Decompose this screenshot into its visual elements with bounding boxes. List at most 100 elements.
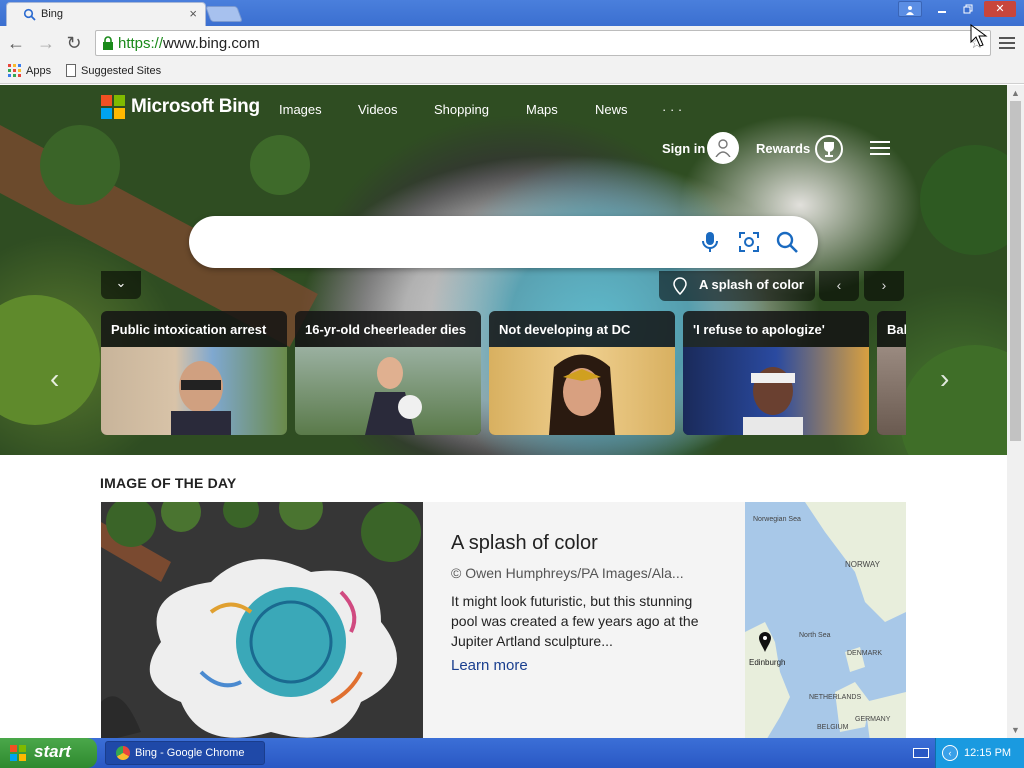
address-bar[interactable]: https://www.bing.com ☆ — [95, 30, 991, 56]
iotd-credit: © Owen Humphreys/PA Images/Ala... — [451, 565, 684, 581]
trophy-icon[interactable] — [815, 135, 843, 163]
map-label: GERMANY — [855, 716, 891, 723]
cursor-icon — [970, 24, 988, 47]
iotd-description: It might look futuristic, but this stunn… — [451, 593, 699, 649]
apps-grid-icon — [8, 64, 21, 77]
news-card-title: 16-yr-old cheerleader dies — [305, 322, 467, 337]
news-card-title: 'I refuse to apologize' — [693, 322, 825, 337]
bookmark-label: Apps — [26, 64, 52, 77]
brand-wordmark: Microsoft Bing — [131, 96, 260, 117]
search-box[interactable] — [189, 216, 818, 268]
browser-titlebar: Bing × ✕ — [0, 0, 1024, 26]
tab-title: Bing — [41, 8, 64, 20]
map-label: Edinburgh — [749, 658, 786, 667]
hero-tree — [900, 345, 1007, 455]
hero-tree — [40, 125, 120, 205]
image-title-label: A splash of color — [699, 277, 804, 292]
image-of-the-day-panel: A splash of color © Owen Humphreys/PA Im… — [101, 502, 906, 738]
close-window-icon[interactable]: ✕ — [984, 1, 1016, 17]
bookmarks-bar: Apps Suggested Sites — [0, 60, 1024, 84]
scroll-up-arrow-icon[interactable]: ▲ — [1011, 88, 1020, 98]
back-arrow-icon[interactable]: ← — [6, 33, 26, 53]
sign-in-link[interactable]: Sign in — [662, 141, 705, 156]
hero-tree — [0, 295, 100, 425]
bookmark-label: Suggested Sites — [81, 64, 162, 77]
new-tab-button[interactable] — [205, 6, 243, 22]
url-scheme: https:// — [118, 35, 164, 52]
map-label: BELGIUM — [817, 724, 849, 731]
news-card-title: Public intoxication arrest — [111, 322, 267, 337]
start-button[interactable]: start — [0, 738, 97, 768]
map-label: Norwegian Sea — [753, 516, 801, 523]
carousel-prev-chevron-icon[interactable]: ‹ — [50, 363, 59, 395]
next-image-chevron-icon[interactable]: › — [864, 271, 904, 301]
microphone-icon[interactable] — [698, 230, 722, 254]
forward-arrow-icon[interactable]: → — [36, 33, 56, 53]
search-icon — [23, 8, 36, 21]
chrome-menu-icon[interactable] — [999, 34, 1015, 52]
url-text: https://www.bing.com — [118, 35, 260, 52]
learn-more-link[interactable]: Learn more — [451, 657, 721, 674]
bing-logo[interactable]: Microsoft Bing — [101, 95, 260, 119]
avatar-icon[interactable] — [707, 132, 739, 164]
news-card[interactable]: Not developing at DC — [489, 311, 675, 435]
system-tray: ‹ 12:15 PM — [935, 738, 1024, 768]
nav-maps[interactable]: Maps — [526, 102, 558, 117]
minimize-icon[interactable] — [930, 1, 954, 17]
news-card-title: Bab — [887, 322, 906, 337]
news-card-title: Not developing at DC — [499, 322, 631, 337]
map-label: North Sea — [799, 632, 831, 639]
keyboard-icon[interactable] — [913, 748, 929, 758]
restore-icon[interactable] — [956, 1, 980, 17]
bookmark-suggested-sites[interactable]: Suggested Sites — [66, 64, 161, 77]
section-heading: IMAGE OF THE DAY — [100, 475, 237, 491]
nav-images[interactable]: Images — [279, 102, 322, 117]
news-card-image — [295, 347, 481, 435]
nav-shopping[interactable]: Shopping — [434, 102, 489, 117]
scroll-down-arrow-icon[interactable]: ▼ — [1011, 725, 1020, 735]
screen: Bing × ✕ ← → ↻ https://www.bing.com ☆ Ap… — [0, 0, 1024, 768]
reload-icon[interactable]: ↻ — [64, 33, 84, 53]
location-map[interactable]: Norwegian Sea NORWAY North Sea Edinburgh… — [745, 502, 906, 738]
browser-tab-bing[interactable]: Bing × — [6, 2, 206, 26]
close-tab-icon[interactable]: × — [189, 6, 197, 21]
nav-more[interactable]: · · · — [662, 102, 682, 117]
nav-videos[interactable]: Videos — [358, 102, 398, 117]
news-card-image — [101, 347, 287, 435]
user-profile-icon[interactable] — [898, 1, 922, 17]
search-icon[interactable] — [775, 230, 799, 254]
image-info-pill[interactable]: A splash of color — [659, 271, 815, 301]
lock-icon — [103, 36, 113, 50]
visual-search-icon[interactable] — [737, 230, 761, 254]
rewards-link[interactable]: Rewards — [756, 141, 810, 156]
microsoft-logo-icon — [101, 95, 125, 119]
image-of-the-day-text: A splash of color © Owen Humphreys/PA Im… — [451, 532, 721, 674]
taskbar-item-label: Bing - Google Chrome — [135, 747, 245, 759]
prev-image-chevron-icon[interactable]: ‹ — [819, 271, 859, 301]
search-input[interactable] — [209, 228, 689, 256]
web-page: Microsoft Bing Images Videos Shopping Ma… — [0, 85, 1007, 738]
hamburger-menu-icon[interactable] — [870, 141, 890, 157]
news-card[interactable]: 'I refuse to apologize' — [683, 311, 869, 435]
tray-expand-icon[interactable]: ‹ — [942, 745, 958, 761]
news-card[interactable]: 16-yr-old cheerleader dies — [295, 311, 481, 435]
news-card-image — [489, 347, 675, 435]
image-of-the-day-photo[interactable] — [101, 502, 423, 738]
hero-tree — [250, 135, 310, 195]
taskbar-item-chrome[interactable]: Bing - Google Chrome — [105, 741, 265, 765]
map-label: NORWAY — [845, 560, 880, 569]
hero-background-image: Microsoft Bing Images Videos Shopping Ma… — [0, 85, 1007, 455]
collapse-chevron-icon[interactable]: ⌄ — [101, 271, 141, 299]
news-card[interactable]: Public intoxication arrest — [101, 311, 287, 435]
hero-tree — [920, 145, 1007, 255]
news-card-image — [877, 347, 906, 435]
page-scrollbar[interactable]: ▲ ▼ — [1007, 85, 1024, 738]
page-icon — [66, 64, 76, 77]
scrollbar-thumb[interactable] — [1010, 101, 1021, 441]
carousel-next-chevron-icon[interactable]: › — [940, 363, 949, 395]
clock: 12:15 PM — [964, 747, 1012, 759]
nav-news[interactable]: News — [595, 102, 628, 117]
news-carousel: Public intoxication arrest 16-yr-old che… — [101, 311, 906, 435]
news-card[interactable]: Bab — [877, 311, 906, 435]
bookmark-apps[interactable]: Apps — [8, 64, 51, 77]
